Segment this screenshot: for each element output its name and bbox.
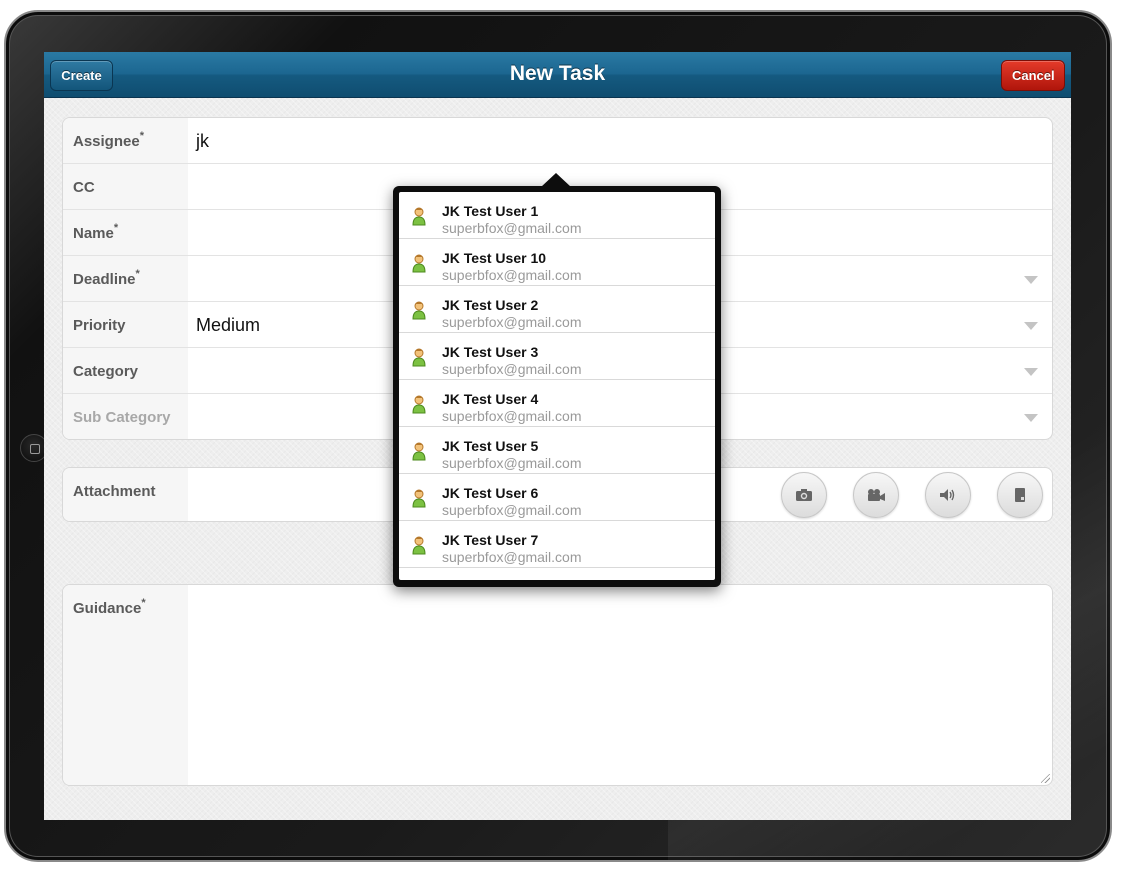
suggestion-name: JK Test User 6	[442, 485, 539, 501]
user-icon	[412, 254, 426, 273]
suggestion-item[interactable]: JK Test User 1 superbfox@gmail.com	[399, 192, 715, 239]
user-icon	[412, 301, 426, 320]
cancel-button[interactable]: Cancel	[1001, 60, 1065, 91]
field-label: Deadline*	[63, 256, 188, 301]
audio-button[interactable]	[925, 472, 971, 518]
document-button[interactable]	[997, 472, 1043, 518]
priority-select[interactable]: Medium	[196, 315, 260, 336]
dropdown-caret-icon[interactable]	[1024, 368, 1038, 376]
video-button[interactable]	[853, 472, 899, 518]
suggestion-item[interactable]: JK Test User 7 superbfox@gmail.com	[399, 521, 715, 568]
suggestion-list[interactable]: JK Test User 1 superbfox@gmail.com JK Te…	[399, 192, 715, 580]
field-label: Name*	[63, 210, 188, 255]
document-icon	[1015, 488, 1025, 502]
suggestion-item[interactable]: JK Test User 3 superbfox@gmail.com	[399, 333, 715, 380]
dropdown-caret-icon[interactable]	[1024, 276, 1038, 284]
suggestion-email: superbfox@gmail.com	[442, 314, 582, 330]
assignee-suggestions-popover: JK Test User 1 superbfox@gmail.com JK Te…	[393, 173, 721, 587]
suggestion-name: JK Test User 4	[442, 391, 539, 407]
suggestion-email: superbfox@gmail.com	[442, 408, 582, 424]
guidance-label: Guidance*	[63, 585, 188, 785]
suggestion-email: superbfox@gmail.com	[442, 455, 582, 471]
navbar: Create New Task Cancel	[44, 52, 1071, 98]
suggestion-item[interactable]: JK Test User 10 superbfox@gmail.com	[399, 239, 715, 286]
field-label: Category	[63, 348, 188, 393]
attachment-label: Attachment	[63, 468, 188, 521]
suggestion-email: superbfox@gmail.com	[442, 361, 582, 377]
suggestion-email: superbfox@gmail.com	[442, 220, 582, 236]
required-marker: *	[141, 597, 146, 609]
required-marker: *	[139, 130, 144, 142]
user-icon	[412, 348, 426, 367]
suggestion-email: superbfox@gmail.com	[442, 267, 582, 283]
assignee-input[interactable]: jk	[196, 131, 209, 152]
suggestion-name: JK Test User 7	[442, 532, 539, 548]
suggestion-email: superbfox@gmail.com	[442, 549, 582, 565]
suggestion-name: JK Test User 1	[442, 203, 539, 219]
page-title: New Task	[509, 62, 606, 85]
camera-icon	[796, 489, 812, 501]
user-icon	[412, 536, 426, 555]
user-icon	[412, 442, 426, 461]
guidance-textarea[interactable]	[188, 585, 1052, 785]
field-label: CC	[63, 164, 188, 209]
audio-icon	[940, 489, 955, 501]
required-marker: *	[135, 268, 140, 280]
dropdown-caret-icon[interactable]	[1024, 414, 1038, 422]
suggestion-item[interactable]: JK Test User 6 superbfox@gmail.com	[399, 474, 715, 521]
suggestion-item[interactable]: JK Test User 4 superbfox@gmail.com	[399, 380, 715, 427]
video-camera-icon	[868, 489, 885, 501]
field-label: Priority	[63, 302, 188, 347]
field-label: Assignee*	[63, 118, 188, 163]
suggestion-name: JK Test User 5	[442, 438, 539, 454]
assignee-field[interactable]: Assignee* jk	[63, 118, 1052, 164]
suggestion-item[interactable]: JK Test User 5 superbfox@gmail.com	[399, 427, 715, 474]
suggestion-email: superbfox@gmail.com	[442, 502, 582, 518]
user-icon	[412, 395, 426, 414]
dropdown-caret-icon[interactable]	[1024, 322, 1038, 330]
suggestion-name: JK Test User 2	[442, 297, 539, 313]
suggestion-name: JK Test User 10	[442, 250, 547, 266]
resize-grip-icon[interactable]	[1041, 774, 1050, 783]
user-icon	[412, 207, 426, 226]
required-marker: *	[113, 222, 119, 234]
suggestion-item[interactable]: JK Test User 2 superbfox@gmail.com	[399, 286, 715, 333]
guidance-group: Guidance*	[62, 584, 1053, 786]
field-label: Sub Category	[63, 394, 188, 439]
user-icon	[412, 489, 426, 508]
camera-button[interactable]	[781, 472, 827, 518]
suggestion-name: JK Test User 3	[442, 344, 539, 360]
popover-arrow	[541, 173, 571, 187]
